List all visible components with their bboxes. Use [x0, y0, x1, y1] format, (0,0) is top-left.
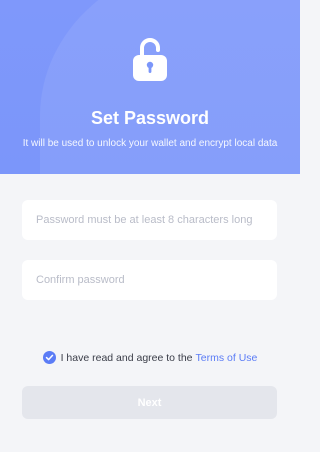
next-button[interactable]: Next	[22, 386, 277, 419]
header-banner: Set Password It will be used to unlock y…	[0, 0, 300, 174]
set-password-screen: Set Password It will be used to unlock y…	[0, 0, 300, 452]
confirm-password-field[interactable]	[22, 260, 277, 300]
password-input[interactable]	[34, 213, 265, 227]
checkbox-checked-icon[interactable]	[42, 351, 56, 364]
confirm-password-input[interactable]	[34, 273, 265, 287]
unlocked-padlock-icon	[133, 38, 167, 81]
terms-of-use-link[interactable]: Terms of Use	[196, 352, 258, 364]
terms-agreement: I have read and agree to the Terms of Us…	[0, 351, 300, 364]
agree-text: I have read and agree to the	[60, 351, 193, 364]
page-title: Set Password	[90, 108, 210, 128]
checkmark-icon	[45, 354, 53, 361]
page-subtitle: It will be used to unlock your wallet an…	[22, 138, 278, 149]
password-field[interactable]	[22, 200, 277, 240]
